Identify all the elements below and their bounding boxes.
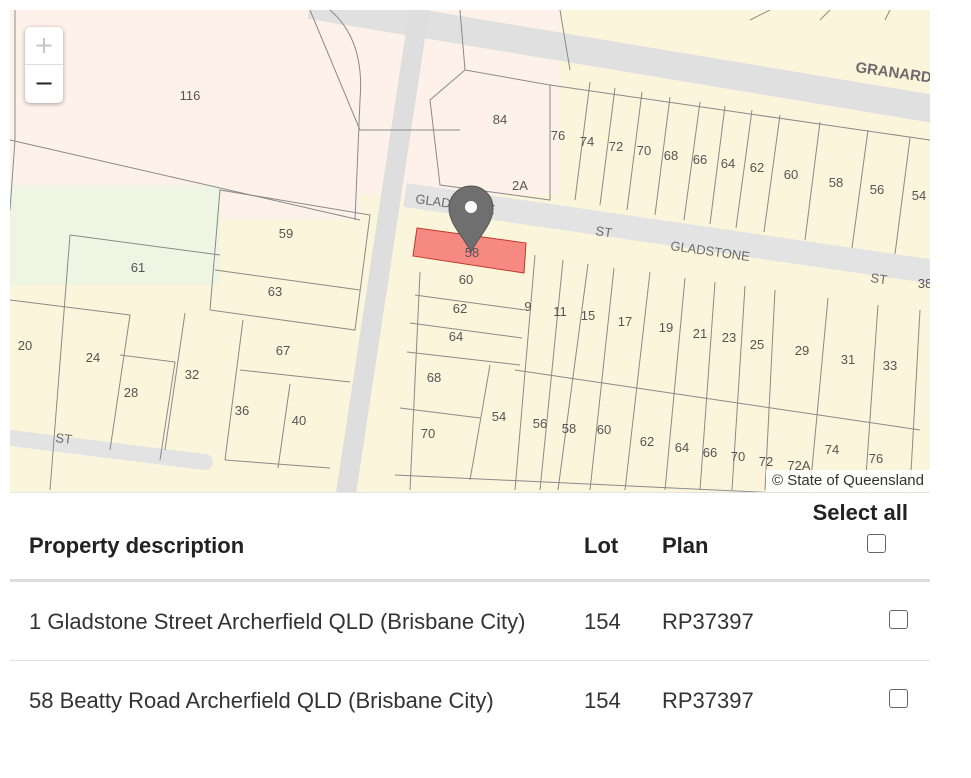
- lot-number-label: 32: [185, 367, 199, 382]
- row-description: 58 Beatty Road Archerfield QLD (Brisbane…: [29, 688, 494, 713]
- column-header-select-all: Select all: [812, 500, 930, 581]
- lot-number-label: 64: [449, 329, 463, 344]
- lot-number-label: 60: [784, 167, 798, 182]
- lot-number-label: 2A: [512, 178, 528, 193]
- lot-number-label: 21: [693, 326, 707, 341]
- lot-number-label: 60: [597, 422, 611, 437]
- zoom-control: + −: [25, 27, 63, 103]
- row-description: 1 Gladstone Street Archerfield QLD (Bris…: [29, 609, 526, 634]
- row-checkbox[interactable]: [889, 689, 908, 708]
- row-plan: RP37397: [662, 609, 754, 634]
- park-area: [10, 185, 220, 285]
- lot-number-label: 68: [427, 370, 441, 385]
- lot-number-label: 19: [659, 320, 673, 335]
- lot-number-label: 64: [675, 440, 689, 455]
- lot-number-label: 62: [640, 434, 654, 449]
- lot-number-label: 38: [918, 276, 930, 291]
- lot-number-label: 56: [533, 416, 547, 431]
- row-select-cell: [812, 661, 930, 740]
- lot-number-label: 28: [124, 385, 138, 400]
- row-select-cell: [812, 581, 930, 661]
- zoom-in-button[interactable]: +: [25, 27, 63, 65]
- lot-number-label: 40: [292, 413, 306, 428]
- lot-number-label: 70: [637, 143, 651, 158]
- column-header-description: Property description: [29, 533, 245, 558]
- street-label-st-1: ST: [595, 223, 614, 240]
- lot-number-label: 58: [829, 175, 843, 190]
- lot-number-label: 25: [750, 337, 764, 352]
- row-plan: RP37397: [662, 688, 754, 713]
- lot-number-label: 64: [721, 156, 735, 171]
- select-all-checkbox[interactable]: [867, 534, 886, 553]
- map-tiles: GRANARD GLADSTONE GLADSTONE ST ST ST 116…: [10, 10, 930, 492]
- lot-number-label: 11: [553, 304, 567, 319]
- row-lot: 154: [584, 609, 621, 634]
- lot-number-label: 76: [551, 128, 565, 143]
- row-lot: 154: [584, 688, 621, 713]
- lot-number-label: 58: [562, 421, 576, 436]
- lot-number-label: 74: [825, 442, 839, 457]
- lot-number-label: 70: [421, 426, 435, 441]
- lot-number-label: 20: [18, 338, 32, 353]
- lot-number-label: 68: [664, 148, 678, 163]
- lot-number-label: 61: [131, 260, 145, 275]
- lot-number-label: 15: [581, 308, 595, 323]
- lot-number-label: 23: [722, 330, 736, 345]
- lot-number-label: 62: [750, 160, 764, 175]
- lot-number-label: 9: [524, 299, 531, 314]
- lot-number-label: 54: [492, 409, 506, 424]
- lot-number-label: 72: [609, 139, 623, 154]
- row-checkbox[interactable]: [889, 610, 908, 629]
- zoom-out-button[interactable]: −: [25, 65, 63, 102]
- lot-number-label: 72: [759, 454, 773, 469]
- lot-number-label: 116: [180, 88, 201, 103]
- lot-number-label: 84: [493, 112, 507, 127]
- map-attribution: © State of Queensland: [766, 470, 930, 492]
- lower-street: [10, 430, 213, 470]
- lot-number-label: 24: [86, 350, 100, 365]
- lot-number-label: 17: [618, 314, 632, 329]
- lot-number-label: 70: [731, 449, 745, 464]
- lot-number-label: 66: [703, 445, 717, 460]
- property-table: Property description Lot Plan Select all…: [10, 500, 930, 739]
- table-row: 58 Beatty Road Archerfield QLD (Brisbane…: [10, 661, 930, 740]
- lot-number-label: 62: [453, 301, 467, 316]
- lot-number-label: 31: [841, 352, 855, 367]
- lot-number-label: 59: [279, 226, 293, 241]
- lot-number-label: 74: [580, 134, 594, 149]
- column-header-lot: Lot: [584, 533, 619, 558]
- lot-number-label: 67: [276, 343, 290, 358]
- lot-number-label: 66: [693, 152, 707, 167]
- column-header-plan: Plan: [662, 533, 709, 558]
- table-row: 1 Gladstone Street Archerfield QLD (Bris…: [10, 581, 930, 661]
- table-header-row: Property description Lot Plan Select all: [10, 500, 930, 581]
- select-all-label: Select all: [812, 500, 908, 525]
- lot-number-label: 29: [795, 343, 809, 358]
- lot-number-label: 76: [869, 451, 883, 466]
- property-map[interactable]: GRANARD GLADSTONE GLADSTONE ST ST ST 116…: [10, 10, 930, 493]
- lot-number-label: 36: [235, 403, 249, 418]
- street-label-st-3: ST: [55, 430, 73, 447]
- lot-number-label: 54: [912, 188, 926, 203]
- lot-number-label: 60: [459, 272, 473, 287]
- street-label-granard: GRANARD: [854, 59, 930, 87]
- lot-number-label: 33: [883, 358, 897, 373]
- lot-number-label: 56: [870, 182, 884, 197]
- street-label-st-2: ST: [870, 270, 889, 287]
- lot-number-label: 63: [268, 284, 282, 299]
